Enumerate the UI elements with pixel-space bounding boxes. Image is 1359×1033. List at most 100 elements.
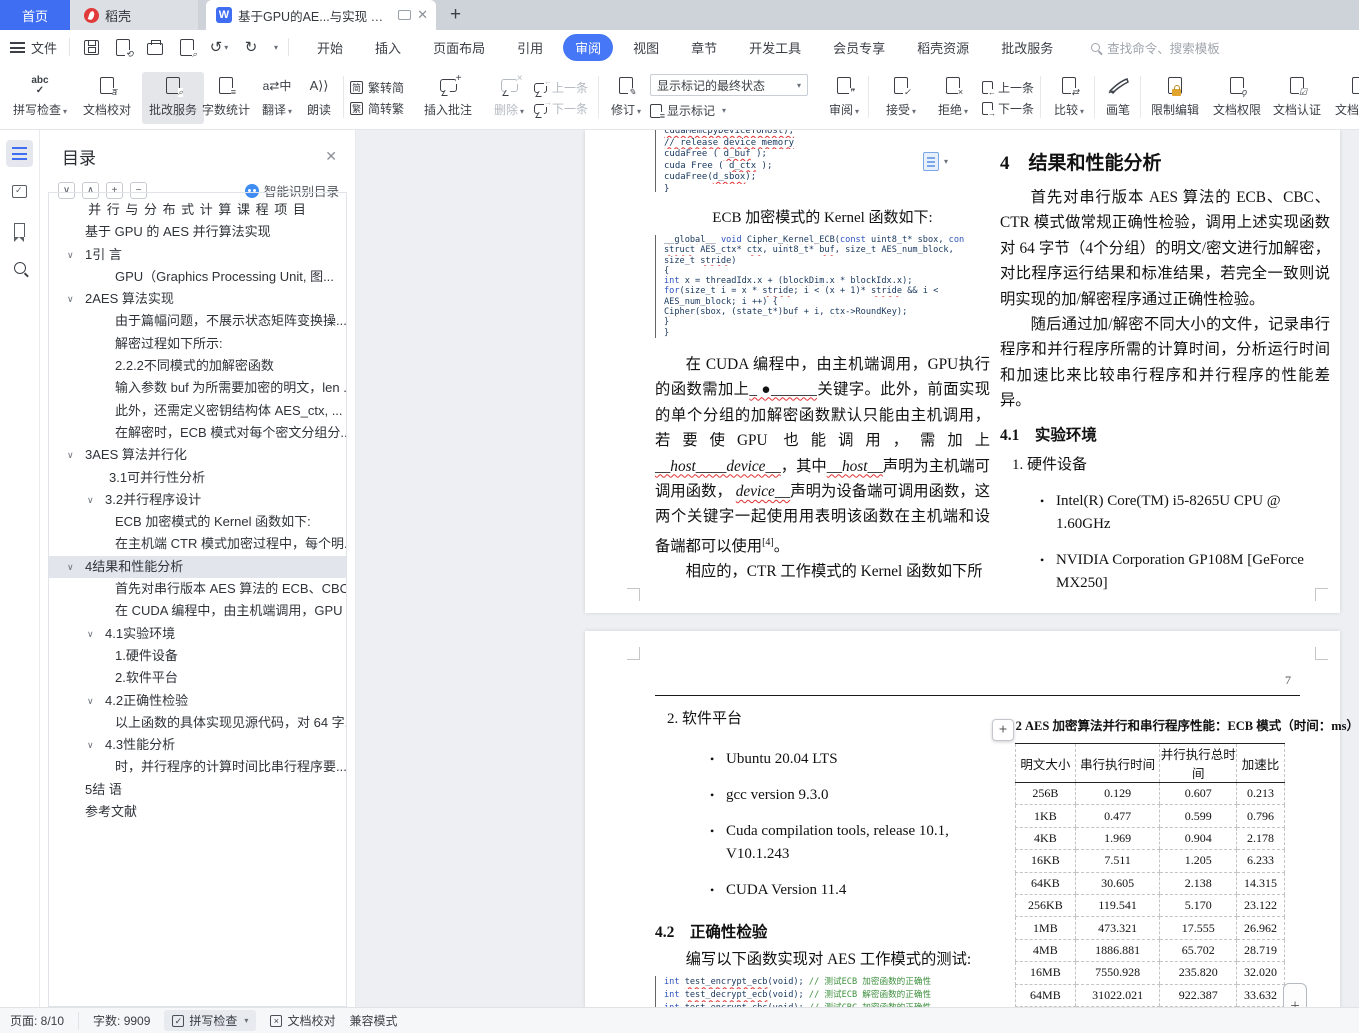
menu-tab-章节[interactable]: 章节 [679,34,729,61]
word-count-indicator[interactable]: 字数: 9909 [93,1012,150,1029]
outline-item[interactable]: 2.软件平台 [49,667,346,689]
outline-item[interactable]: 2.2.2不同模式的加解密函数 [49,355,346,377]
command-search[interactable]: 查找命令、搜索模板 [1091,38,1220,57]
chevron-down-icon[interactable]: ∨ [67,288,74,310]
comment-indicator[interactable]: ▾ [923,152,948,171]
outline-item[interactable]: ∨ 1引 言 [49,244,346,266]
outline-item[interactable]: 在主机端 CTR 模式加密过程中，每个明... [49,533,346,555]
outline-item[interactable]: 基于 GPU 的 AES 并行算法实现 [49,221,346,243]
outline-item[interactable]: ∨ 2AES 算法实现 [49,288,346,310]
outline-item[interactable]: 5结 语 [49,779,346,801]
spellcheck-toggle[interactable]: ✓ 拼写检查 ▾ [164,1010,257,1031]
add-row-button[interactable]: + [1283,983,1307,1007]
document-canvas[interactable]: cudaMemcpyDeviceToHost);// release devic… [356,130,1359,1007]
export-button[interactable]: ⟲ [112,36,134,59]
trad-to-simp-button[interactable]: 简 繁转简 [350,79,414,96]
accept-button[interactable]: ✓ 接受 ▾ [876,72,926,124]
outline-item[interactable]: 1.硬件设备 [49,645,346,667]
print-button[interactable] [144,36,166,58]
new-tab-button[interactable]: + [450,0,461,30]
compare-button[interactable]: ⇄ 比较 ▾ [1046,72,1092,124]
menu-tab-稻壳资源[interactable]: 稻壳资源 [905,34,981,61]
outline-item[interactable]: 解密过程如下所示: [49,333,346,355]
prev-change-button[interactable]: ← 上一条 [982,79,1044,97]
chevron-down-icon[interactable]: ∨ [67,244,74,266]
doc-cert-button[interactable]: ☑ 文档认证 [1268,72,1326,124]
search-panel-icon[interactable] [6,254,33,281]
menu-tab-引用[interactable]: 引用 [505,34,555,61]
outline-item[interactable]: ∨ 3.2并行程序设计 [49,489,346,511]
track-changes-button[interactable]: ✎ 修订 ▾ [604,72,648,124]
chevron-down-icon[interactable]: ∨ [87,623,94,645]
outline-item[interactable]: 参考文献 [49,801,346,823]
menu-tab-审阅[interactable]: 审阅 [563,33,614,61]
file-menu[interactable]: 文件 [0,38,69,57]
page-indicator[interactable]: 页面: 8/10 [10,1012,64,1029]
document-tab[interactable]: W 基于GPU的AE...与实现 毕业论文 ✕ [206,0,436,30]
docer-tab[interactable]: 稻壳 [70,0,198,30]
chevron-down-icon[interactable]: ∨ [87,489,94,511]
chevron-down-icon[interactable]: ∨ [67,444,74,466]
markup-state-select[interactable]: 显示标记的最终状态 ▾ [650,74,808,96]
next-change-button[interactable]: → 下一条 [982,100,1044,118]
compat-mode-indicator[interactable]: 兼容模式 [349,1012,397,1029]
outline-item[interactable]: ECB 加密模式的 Kernel 函数如下: [49,511,346,533]
simp-to-trad-button[interactable]: 繁 简转繁 [350,100,414,117]
redo-button[interactable]: ↻ [240,36,262,58]
approval-panel-icon[interactable] [6,178,33,205]
print-preview-button[interactable]: ⌕ [176,36,198,59]
save-button[interactable] [80,36,102,58]
chevron-down-icon[interactable]: ∨ [87,690,94,712]
outline-item[interactable]: ∨ 4.1实验环境 [49,623,346,645]
outline-item[interactable]: GPU（Graphics Processing Unit, 图... [49,266,346,288]
menu-tab-页面布局[interactable]: 页面布局 [421,34,497,61]
undo-button[interactable]: ↺ ▾ [208,36,230,58]
close-tab-icon[interactable]: ✕ [417,7,428,23]
chevron-down-icon[interactable]: ∨ [67,556,74,578]
proofread-button[interactable]: a̅ 文档校对 [76,72,138,124]
table-move-handle[interactable]: + [992,719,1014,741]
next-comment-button[interactable]: → 下一条 [534,98,594,117]
outline-item[interactable]: ∨ 3AES 算法并行化 [49,444,346,466]
outline-item[interactable]: 由于篇幅问题，不展示状态矩阵变换操... [49,310,346,332]
outline-item[interactable]: 在 CUDA 编程中，由主机端调用，GPU ... [49,600,346,622]
outline-item[interactable]: 此外，还需定义密钥结构体 AES_ctx, ... [49,400,346,422]
present-window-icon[interactable] [398,10,412,20]
spellcheck-button[interactable]: abc ✓ 拼写检查 ▾ [8,72,72,124]
more-commands-icon[interactable]: ▾ [274,43,278,52]
prev-comment-button[interactable]: ← 上一条 [534,77,594,96]
menu-tab-插入[interactable]: 插入 [363,34,413,61]
home-tab[interactable]: 首页 [0,0,70,30]
outline-item[interactable]: 首先对串行版本 AES 算法的 ECB、CBC... [49,578,346,600]
read-aloud-button[interactable]: A⟩⟩ 朗读 [300,72,338,124]
menu-tab-开发工具[interactable]: 开发工具 [737,34,813,61]
close-panel-icon[interactable]: ✕ [325,148,337,165]
translate-button[interactable]: a⇄中 翻译 ▾ [254,72,300,124]
show-markup-button[interactable]: ≡ 显示标记 ▾ [650,102,726,121]
word-count-button[interactable]: ≡ 字数统计 [195,72,257,124]
document-page-1[interactable]: cudaMemcpyDeviceToHost);// release devic… [585,130,1340,613]
outline-item[interactable]: 时，并行程序的计算时间比串行程序要... [49,756,346,778]
outline-item[interactable]: ∨ 4结果和性能分析 [49,555,346,579]
reject-button[interactable]: × 拒绝 ▾ [928,72,978,124]
menu-tab-视图[interactable]: 视图 [621,34,671,61]
document-page-2[interactable]: 7 2. 软件平台 Ubuntu 20.04 LTS gcc version 9.… [585,631,1359,1007]
chevron-down-icon[interactable]: ∨ [87,734,94,756]
outline-item[interactable]: ∨ 4.3性能分析 [49,734,346,756]
delete-comment-button[interactable]: × 删除 ▾ [486,72,532,124]
menu-tab-批改服务[interactable]: 批改服务 [989,34,1065,61]
bookmark-panel-icon[interactable] [6,216,33,243]
outline-item[interactable]: 在解密时，ECB 模式对每个密文分组分... [49,422,346,444]
menu-tab-会员专享[interactable]: 会员专享 [821,34,897,61]
outline-panel-icon[interactable] [6,140,33,167]
doc-final-button[interactable]: ✓ 文档定稿 [1330,72,1359,124]
reviewers-button[interactable]: ❞ 审阅 ▾ [818,72,870,124]
menu-tab-开始[interactable]: 开始 [305,34,355,61]
outline-item[interactable]: ∨ 4.2正确性检验 [49,690,346,712]
outline-item[interactable]: 3.1可并行性分析 [49,467,346,489]
outline-item[interactable]: 以上函数的具体实现见源代码，对 64 字... [49,712,346,734]
outline-item[interactable]: 并 行 与 分 布 式 计 算 课 程 项 目 [49,199,346,221]
restrict-edit-button[interactable]: 限制编辑 [1146,72,1204,124]
insert-comment-button[interactable]: + 插入批注 [416,72,480,124]
brush-button[interactable]: 画笔 [1098,72,1138,124]
